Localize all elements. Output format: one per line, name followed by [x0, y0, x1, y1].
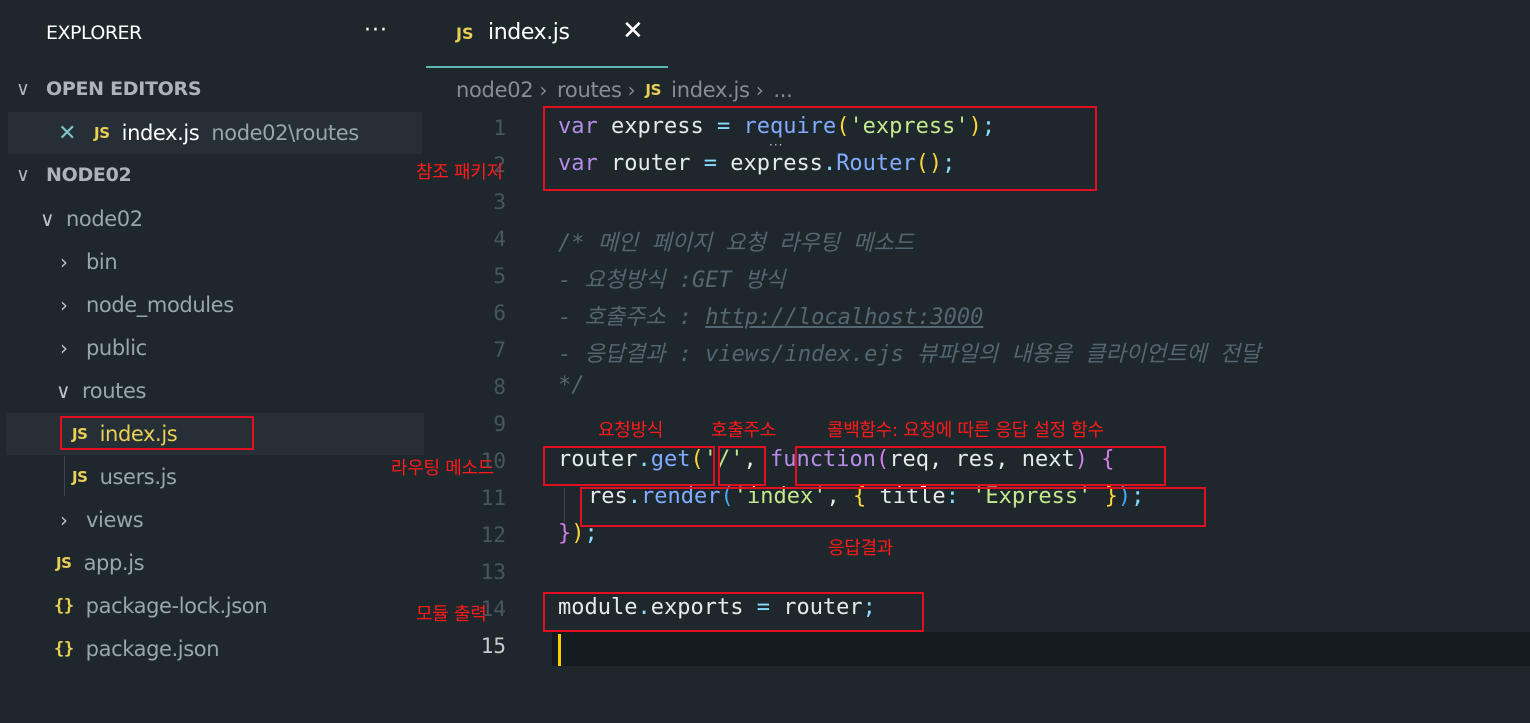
chevron-right-icon: › — [755, 78, 764, 102]
js-file-icon: JS — [72, 468, 88, 486]
breadcrumb-item[interactable]: index.js — [671, 78, 750, 102]
current-line-highlight — [552, 632, 1530, 666]
tree-file-users-js[interactable]: JS users.js — [72, 458, 177, 496]
close-editor-icon[interactable]: ✕ — [58, 121, 76, 146]
tree-label: app.js — [83, 551, 145, 575]
tree-label: users.js — [99, 465, 177, 489]
chevron-down-icon: ∨ — [16, 78, 30, 100]
open-editors-label: OPEN EDITORS — [46, 78, 202, 100]
annotation-response-result: 응답결과 — [828, 538, 894, 559]
js-file-icon: JS — [94, 124, 110, 142]
active-tab-indicator — [426, 66, 668, 68]
tree-label: views — [86, 508, 144, 532]
annotation-box-callback — [795, 446, 1166, 486]
open-editors-header[interactable]: ∨ OPEN EDITORS — [16, 78, 202, 100]
code-line-4[interactable]: /* 메인 페이지 요청 라우팅 메소드 — [558, 225, 914, 257]
chevron-down-icon: ∨ — [16, 164, 30, 186]
tree-folder-bin[interactable]: › bin — [60, 243, 118, 281]
line-number: 3 — [493, 190, 506, 214]
text-cursor — [558, 634, 561, 666]
json-file-icon: {} — [54, 596, 74, 616]
chevron-right-icon: › — [60, 250, 68, 274]
line-number: 4 — [493, 227, 506, 251]
tree-folder-public[interactable]: › public — [60, 329, 147, 367]
breadcrumb: node02 › routes › JS index.js › ... — [456, 78, 793, 102]
line-number: 9 — [493, 412, 506, 436]
tree-folder-views[interactable]: › views — [60, 501, 144, 539]
code-token: } — [558, 521, 572, 546]
code-line-8[interactable]: */ — [558, 373, 585, 398]
annotation-box-render — [580, 487, 1206, 527]
js-file-icon: JS — [456, 24, 474, 43]
more-actions-icon[interactable]: ··· — [364, 18, 388, 43]
line-number: 7 — [493, 338, 506, 362]
tree-label: public — [86, 336, 147, 360]
annotation-box-router-get — [543, 446, 715, 486]
tree-folder-routes[interactable]: ∨ routes — [56, 372, 146, 410]
tab-index-js[interactable]: JS index.js ✕ — [426, 0, 668, 68]
annotation-ref-package: 참조 패키지 — [416, 162, 503, 183]
open-editor-row[interactable]: ✕ JS index.js node02\routes — [58, 114, 359, 152]
comment-link[interactable]: http://localhost:3000 — [705, 305, 983, 330]
open-editor-path: node02\routes — [211, 121, 359, 145]
workspace-header[interactable]: ∨ NODE02 — [16, 164, 132, 186]
annotation-callback: 콜백함수: 요청에 따른 응답 설정 함수 — [827, 420, 1104, 441]
chevron-right-icon: › — [60, 508, 68, 532]
comment-text: - 호출주소 : — [558, 305, 706, 330]
indent-guide — [564, 488, 565, 522]
tree-label: routes — [82, 379, 147, 403]
tree-label: node02 — [66, 207, 143, 231]
tree-label: package-lock.json — [85, 594, 268, 618]
annotation-call-address: 호출주소 — [711, 420, 777, 441]
code-line-5[interactable]: - 요청방식 :GET 방식 — [558, 262, 785, 294]
code-line-7[interactable]: - 응답결과 : views/index.ejs 뷰파일의 내용을 클라이언트에… — [558, 336, 1260, 368]
js-file-icon: JS — [56, 554, 72, 572]
indent-guide — [64, 456, 65, 496]
tree-label: bin — [86, 250, 118, 274]
line-number: 6 — [493, 301, 506, 325]
annotation-request-method: 요청방식 — [598, 420, 664, 441]
chevron-down-icon: ∨ — [40, 207, 55, 231]
js-file-icon: JS — [645, 81, 662, 99]
breadcrumb-item[interactable]: node02 — [456, 78, 534, 102]
annotation-box-exports — [543, 592, 924, 632]
chevron-right-icon: › — [60, 336, 68, 360]
tree-folder-node02[interactable]: ∨ node02 — [40, 200, 143, 238]
line-number: 5 — [493, 264, 506, 288]
annotation-box-require — [543, 106, 1097, 191]
line-number: 8 — [493, 375, 506, 399]
annotation-routing-method: 라우팅 메소드 — [391, 458, 494, 479]
annotation-box-index-file — [60, 416, 254, 450]
breadcrumb-item[interactable]: ... — [773, 78, 792, 102]
tree-file-package-json[interactable]: {} package.json — [54, 630, 220, 668]
open-editor-name: index.js — [121, 121, 200, 145]
code-line-6[interactable]: - 호출주소 : http://localhost:3000 — [558, 299, 983, 331]
tab-label: index.js — [488, 20, 570, 45]
tree-file-package-lock-json[interactable]: {} package-lock.json — [54, 587, 268, 625]
explorer-sidebar: EXPLORER ··· ∨ OPEN EDITORS ✕ JS index.js… — [0, 0, 424, 723]
annotation-module-export: 모듈 출력 — [416, 604, 487, 625]
tree-folder-node-modules[interactable]: › node_modules — [60, 286, 234, 324]
chevron-right-icon: › — [539, 78, 548, 102]
line-number: 12 — [480, 523, 506, 547]
breadcrumb-item[interactable]: routes — [557, 78, 622, 102]
tree-label: package.json — [85, 637, 220, 661]
line-number: 11 — [480, 486, 506, 510]
line-number: 15 — [480, 634, 506, 658]
annotation-box-path — [718, 446, 766, 486]
tree-label: node_modules — [86, 293, 234, 317]
line-number: 13 — [480, 560, 506, 584]
chevron-right-icon: › — [60, 293, 68, 317]
explorer-title: EXPLORER — [46, 22, 142, 44]
close-icon[interactable]: ✕ — [622, 16, 644, 46]
chevron-right-icon: › — [627, 78, 636, 102]
tree-file-app-js[interactable]: JS app.js — [56, 544, 145, 582]
chevron-down-icon: ∨ — [56, 379, 71, 403]
line-number: 1 — [493, 116, 506, 140]
json-file-icon: {} — [54, 639, 74, 659]
workspace-label: NODE02 — [46, 164, 132, 186]
